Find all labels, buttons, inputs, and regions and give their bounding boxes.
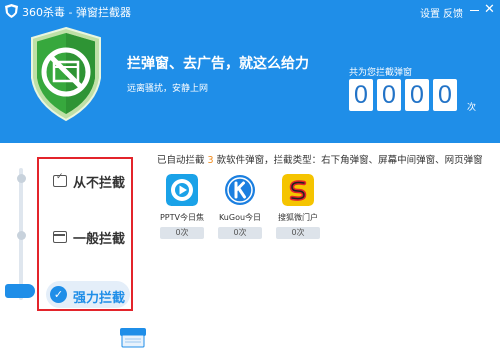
window-title: 360杀毒 - 弹窗拦截器 (22, 6, 131, 19)
counter-digit: 0 (377, 79, 401, 111)
slider-stop[interactable] (16, 231, 26, 240)
close-icon[interactable]: ✕ (484, 2, 495, 18)
feedback-link[interactable]: 反馈 (443, 5, 463, 20)
counter-digit: 0 (433, 79, 457, 111)
slider-stop[interactable] (16, 174, 26, 183)
app-item[interactable]: 搜狐微门户 0次 (275, 174, 321, 239)
title-bar[interactable]: 360杀毒 - 弹窗拦截器 设置 反馈 ✕ (0, 0, 500, 22)
app-item[interactable]: KuGou今日 0次 (217, 174, 263, 239)
app-logo-icon (5, 4, 18, 18)
app-name: PPTV今日焦 (159, 213, 204, 222)
mode-label: 从不拦截 (73, 176, 126, 191)
app-item[interactable]: PPTV今日焦 0次 (159, 174, 205, 239)
app-block-count: 0次 (218, 227, 262, 239)
minimize-icon[interactable] (470, 10, 479, 11)
block-counter-label: 共为您拦截弹窗 (349, 68, 413, 78)
slider-handle[interactable] (5, 284, 35, 298)
mode-label: 一般拦截 (73, 232, 126, 247)
counter-unit: 次 (467, 103, 477, 113)
sohu-icon (282, 174, 314, 206)
headline: 拦弹窗、去广告，就这么给力 (127, 56, 309, 72)
pptv-icon (166, 174, 198, 206)
mode-label: 强力拦截 (73, 291, 126, 306)
window-stack-icon (120, 328, 146, 348)
window-check-icon: ✓ (53, 172, 67, 187)
app-name: KuGou今日 (218, 213, 262, 222)
app-name: 搜狐微门户 (278, 213, 318, 222)
window-icon (53, 231, 67, 243)
counter-digit: 0 (349, 79, 373, 111)
app-block-count: 0次 (160, 227, 204, 239)
kugou-icon (225, 175, 255, 205)
counter-digit: 0 (405, 79, 429, 111)
block-summary: 已自动拦截 3 款软件弹窗，拦截类型：右下角弹窗、屏幕中间弹窗、网页弹窗 (157, 152, 483, 166)
settings-link[interactable]: 设置 (420, 5, 440, 20)
blocked-count: 3 (207, 155, 214, 166)
summary-suffix: 款软件弹窗，拦截类型：右下角弹窗、屏幕中间弹窗、网页弹窗 (216, 155, 483, 166)
summary-prefix: 已自动拦截 (157, 155, 205, 166)
check-circle-icon: ✓ (50, 286, 67, 303)
header-banner: 360杀毒 - 弹窗拦截器 设置 反馈 ✕ 拦弹窗、去广告，就这么给力 远离骚扰… (0, 0, 500, 143)
subheadline: 远离骚扰，安静上网 (127, 84, 209, 94)
shield-icon (31, 26, 101, 122)
app-block-count: 0次 (276, 227, 320, 239)
